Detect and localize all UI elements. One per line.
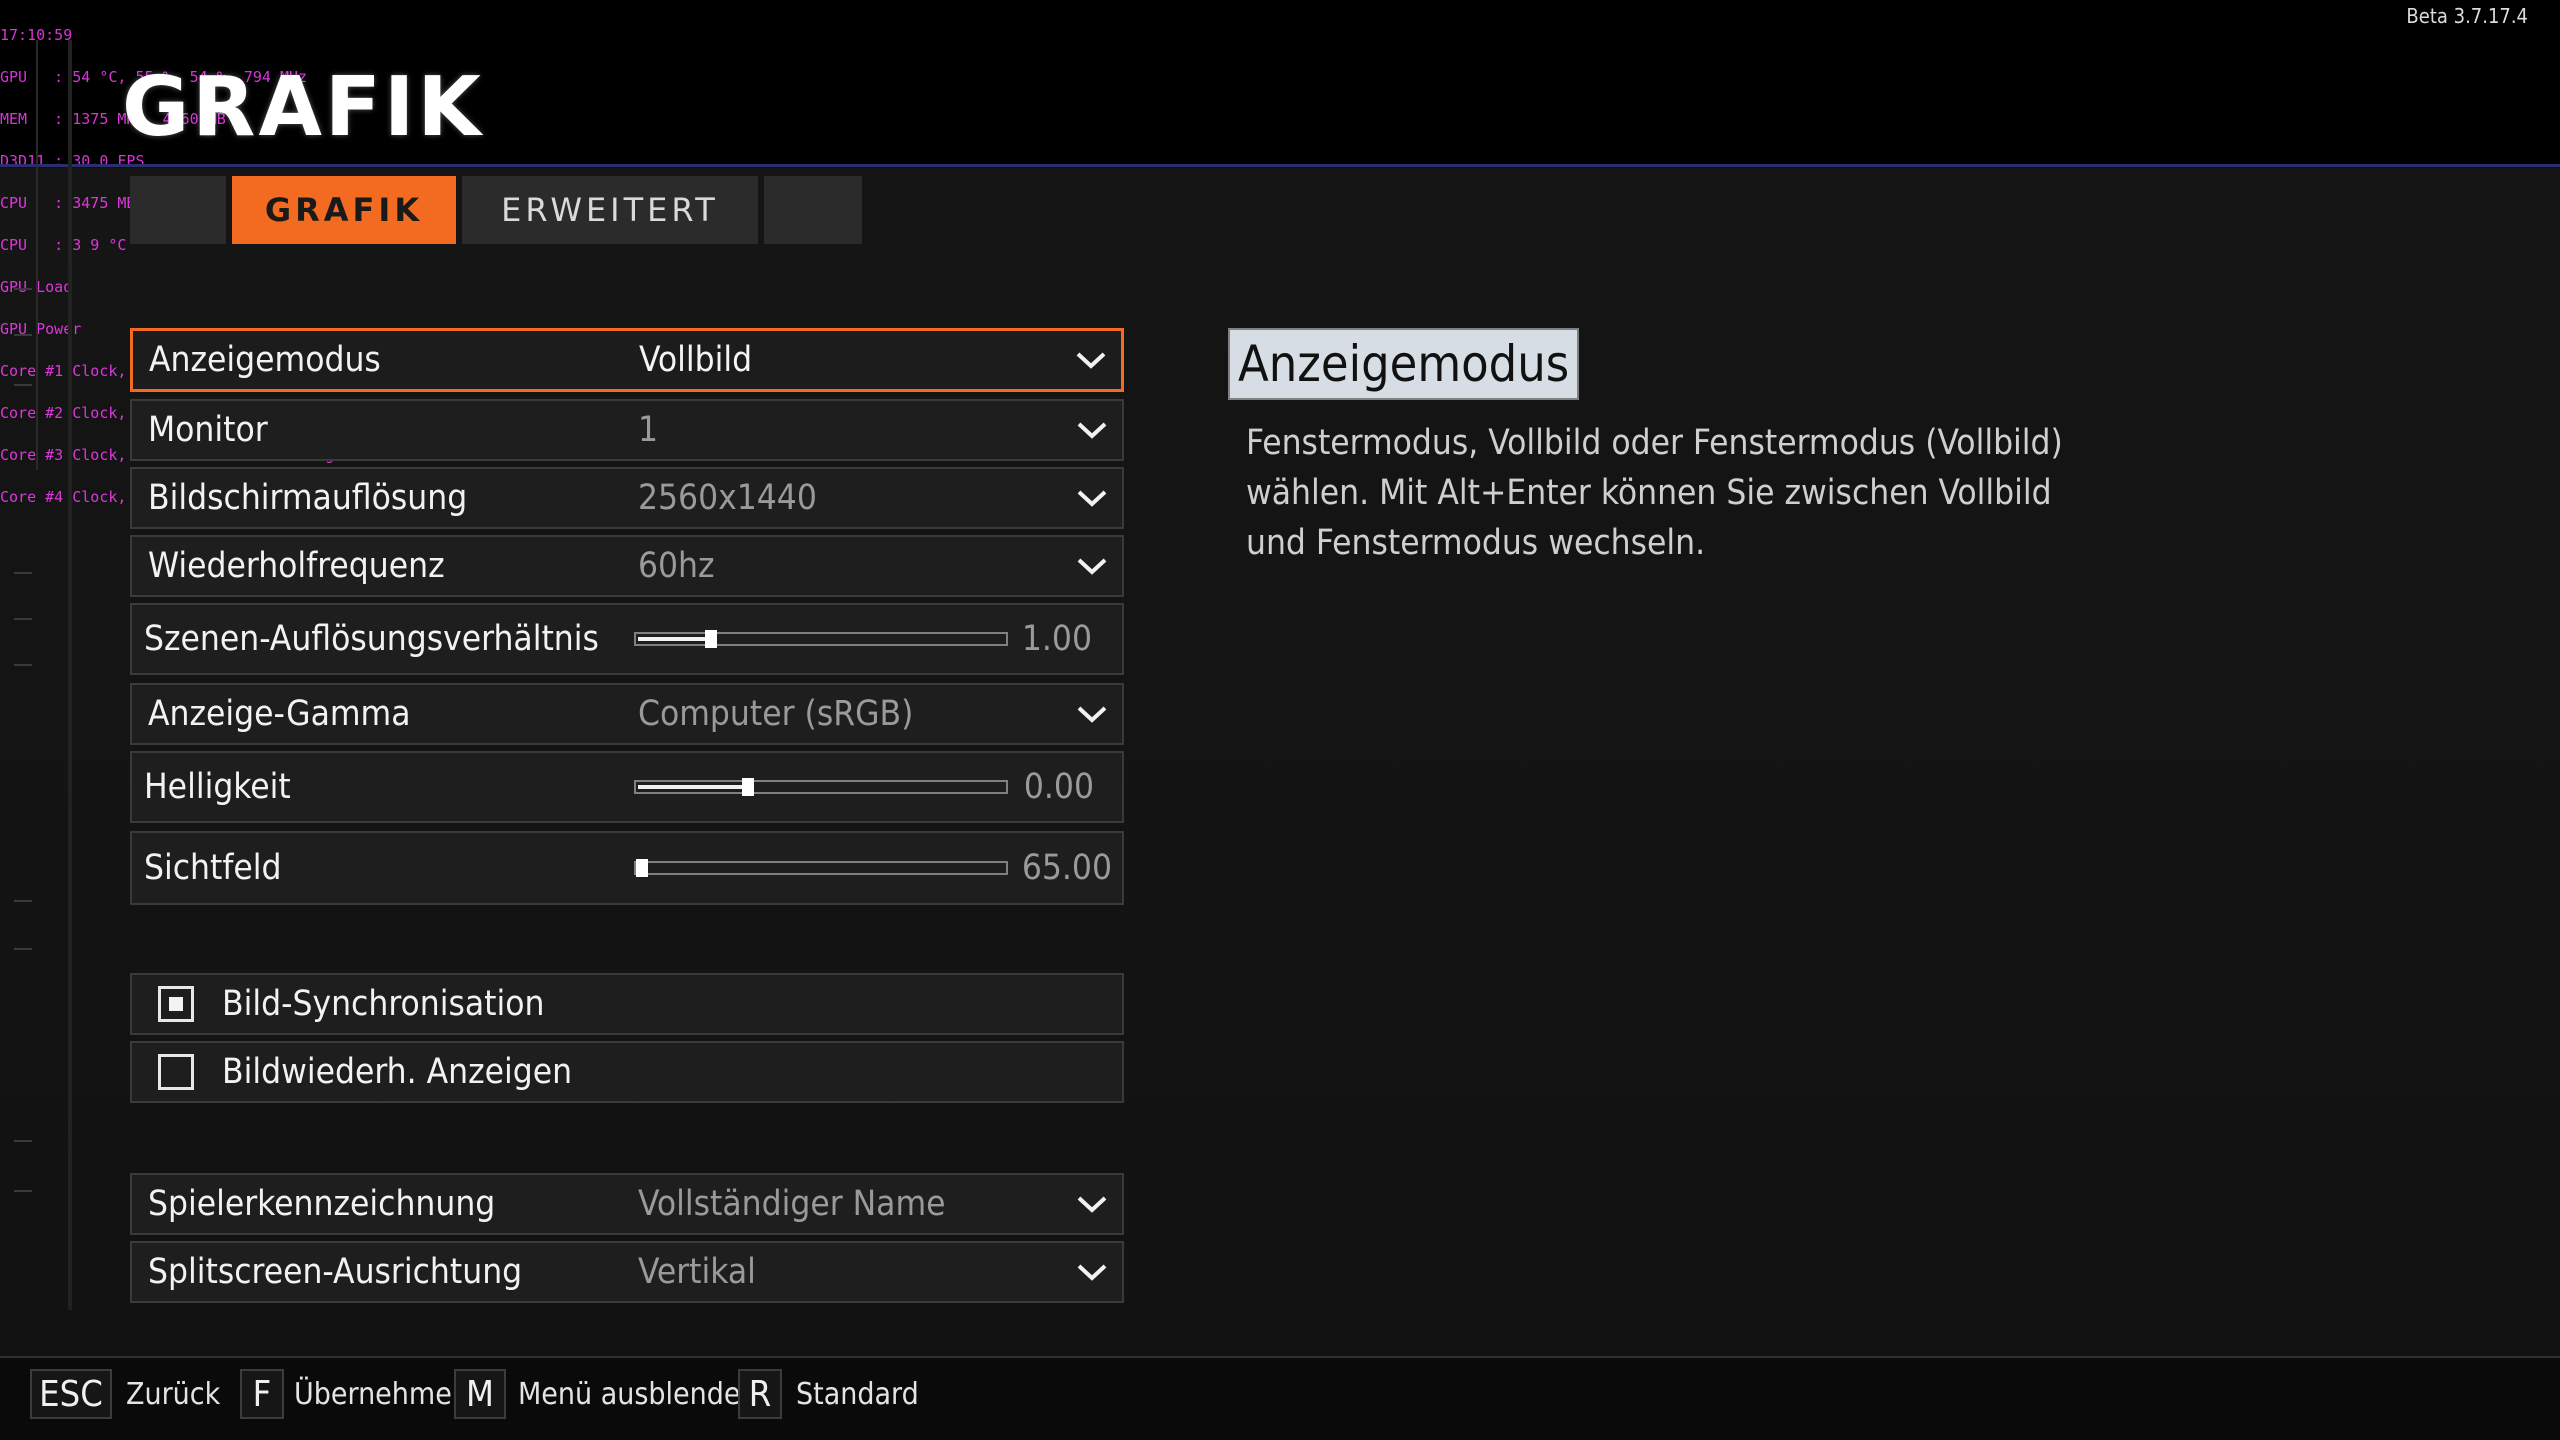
setting-label: Sichtfeld xyxy=(144,848,282,888)
left-deco-line xyxy=(68,40,72,1310)
show-fps-checkbox[interactable] xyxy=(158,1054,194,1090)
setting-label: Monitor xyxy=(148,410,268,450)
setting-value: 0.00 xyxy=(1023,767,1094,807)
setting-resolution[interactable]: Bildschirmauflösung 2560x1440 xyxy=(130,467,1124,529)
overlay-line: 17:10:59 xyxy=(0,26,73,44)
setting-monitor[interactable]: Monitor 1 xyxy=(130,399,1124,461)
key-f: F xyxy=(240,1369,284,1419)
setting-label: Szenen-Auflösungsverhältnis xyxy=(144,619,599,659)
setting-render-scale[interactable]: Szenen-Auflösungsverhältnis 1.00 xyxy=(130,603,1124,675)
left-deco-tick xyxy=(14,384,32,386)
slider-thumb[interactable] xyxy=(636,859,648,877)
left-deco-tick xyxy=(14,288,32,290)
header-divider xyxy=(0,164,2560,167)
setting-value: 65.00 xyxy=(1021,848,1112,888)
hint-back[interactable]: ESC Zurück xyxy=(30,1368,220,1420)
chevron-down-icon[interactable] xyxy=(1076,488,1108,508)
left-deco-tick xyxy=(14,948,32,950)
setting-label: Helligkeit xyxy=(144,767,291,807)
left-deco-tick xyxy=(14,900,32,902)
left-deco-tick xyxy=(14,618,32,620)
vsync-checkbox[interactable] xyxy=(158,986,194,1022)
tab-erweitert[interactable]: ERWEITERT xyxy=(462,176,758,244)
setting-value: Vollbild xyxy=(639,340,753,380)
slider-fill xyxy=(638,785,748,789)
checkbox-check-mark xyxy=(169,997,183,1011)
description-text: Fenstermodus, Vollbild oder Fenstermodus… xyxy=(1246,423,2063,563)
setting-player-names[interactable]: Spielerkennzeichnung Vollständiger Name xyxy=(130,1173,1124,1235)
setting-label: Bild-Synchronisation xyxy=(222,984,545,1024)
setting-value: Vollständiger Name xyxy=(638,1184,946,1224)
chevron-down-icon[interactable] xyxy=(1076,556,1108,576)
chevron-down-icon[interactable] xyxy=(1076,1194,1108,1214)
setting-label: Splitscreen-Ausrichtung xyxy=(148,1252,523,1292)
setting-label: Bildwiederh. Anzeigen xyxy=(222,1052,573,1092)
setting-fov[interactable]: Sichtfeld 65.00 xyxy=(130,831,1124,905)
setting-splitscreen[interactable]: Splitscreen-Ausrichtung Vertikal xyxy=(130,1241,1124,1303)
brightness-slider[interactable] xyxy=(634,778,1008,796)
game-settings-screen: 17:10:59 GPU : 54 °C, 55 %, 54 %, 794 MH… xyxy=(0,0,2560,1440)
hint-label: Übernehmen xyxy=(294,1376,469,1412)
chevron-down-icon[interactable] xyxy=(1075,350,1107,370)
chevron-down-icon[interactable] xyxy=(1076,420,1108,440)
left-deco-tick xyxy=(14,334,32,336)
setting-value: 60hz xyxy=(638,546,715,586)
setting-show-fps[interactable]: Bildwiederh. Anzeigen xyxy=(130,1041,1124,1103)
setting-value: 1.00 xyxy=(1021,619,1092,659)
tab-grafik[interactable]: GRAFIK xyxy=(232,176,456,244)
setting-value: Vertikal xyxy=(638,1252,756,1292)
fov-slider[interactable] xyxy=(634,859,1008,877)
hint-hide-menu[interactable]: M Menü ausblenden xyxy=(454,1368,758,1420)
setting-refresh-rate[interactable]: Wiederholfrequenz 60hz xyxy=(130,535,1124,597)
left-deco-tick xyxy=(14,1190,32,1192)
tab-left-spacer[interactable] xyxy=(130,176,226,244)
hint-label: Zurück xyxy=(126,1376,221,1412)
slider-fill xyxy=(638,637,711,641)
setting-display-mode[interactable]: Anzeigemodus Vollbild xyxy=(130,328,1124,392)
setting-value: 1 xyxy=(638,410,659,450)
page-title: GRAFIK xyxy=(122,60,484,155)
hint-label: Menü ausblenden xyxy=(518,1376,758,1412)
setting-gamma[interactable]: Anzeige-Gamma Computer (sRGB) xyxy=(130,683,1124,745)
chevron-down-icon[interactable] xyxy=(1076,1262,1108,1282)
hint-label: Standard xyxy=(796,1376,919,1412)
setting-label: Anzeigemodus xyxy=(149,340,381,380)
setting-label: Spielerkennzeichnung xyxy=(148,1184,496,1224)
footer-divider xyxy=(0,1356,2560,1358)
setting-value: 2560x1440 xyxy=(638,478,817,518)
chevron-down-icon[interactable] xyxy=(1076,704,1108,724)
render-scale-slider[interactable] xyxy=(634,630,1008,648)
key-esc: ESC xyxy=(30,1369,112,1419)
slider-thumb[interactable] xyxy=(705,630,717,648)
setting-value: Computer (sRGB) xyxy=(638,694,914,734)
left-deco-tick xyxy=(14,1140,32,1142)
overlay-line: GPU Load xyxy=(0,278,73,296)
description-title: Anzeigemodus xyxy=(1228,328,1580,400)
hint-apply[interactable]: F Übernehmen xyxy=(240,1368,469,1420)
key-r: R xyxy=(738,1369,782,1419)
setting-vsync[interactable]: Bild-Synchronisation xyxy=(130,973,1124,1035)
slider-thumb[interactable] xyxy=(742,778,754,796)
setting-label: Bildschirmauflösung xyxy=(148,478,468,518)
hint-default[interactable]: R Standard xyxy=(738,1368,919,1420)
left-deco-tick xyxy=(14,664,32,666)
setting-label: Wiederholfrequenz xyxy=(148,546,445,586)
left-deco-line xyxy=(36,40,38,470)
left-deco-tick xyxy=(14,572,32,574)
setting-label: Anzeige-Gamma xyxy=(148,694,411,734)
tab-right-spacer[interactable] xyxy=(764,176,862,244)
setting-brightness[interactable]: Helligkeit 0.00 xyxy=(130,751,1124,823)
key-m: M xyxy=(454,1369,506,1419)
version-label: Beta 3.7.17.4 xyxy=(2406,4,2528,28)
